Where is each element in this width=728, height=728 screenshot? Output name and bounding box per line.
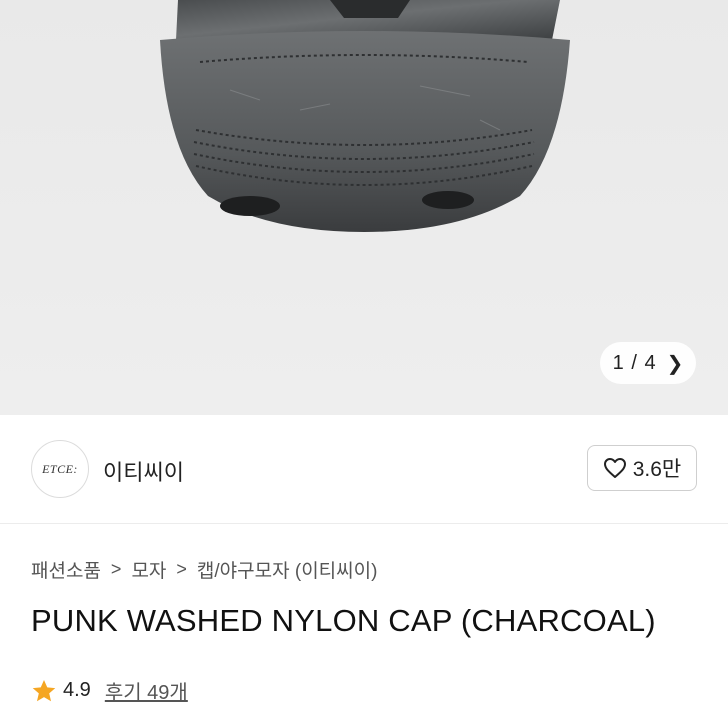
- gallery-page-indicator: 1 / 4: [612, 351, 657, 374]
- like-count: 3.6만: [632, 458, 682, 481]
- brand-name[interactable]: 이티씨이: [103, 455, 184, 487]
- heart-outline-icon: [603, 458, 626, 478]
- product-image-gallery[interactable]: 1 / 4 ❯: [0, 0, 728, 415]
- breadcrumb-item-hats[interactable]: 모자: [131, 556, 166, 583]
- chevron-right-icon[interactable]: ❯: [667, 351, 684, 376]
- breadcrumb-item-caps[interactable]: 캡/야구모자 (이티씨이): [197, 556, 378, 583]
- like-button[interactable]: 3.6만: [587, 445, 697, 491]
- reviews-link[interactable]: 후기 49개: [105, 676, 188, 705]
- breadcrumb-separator: >: [110, 559, 122, 579]
- breadcrumb-item-fashion-accessories[interactable]: 패션소품: [31, 556, 101, 583]
- brand-logo[interactable]: ETCE:: [31, 440, 89, 498]
- breadcrumb: 패션소품 > 모자 > 캡/야구모자 (이티씨이): [31, 556, 377, 583]
- breadcrumb-separator: >: [176, 559, 187, 579]
- product-title: PUNK WASHED NYLON CAP (CHARCOAL): [31, 603, 656, 638]
- rating-row: 4.9 후기 49개: [31, 676, 188, 705]
- star-icon: [32, 679, 56, 701]
- gallery-pager[interactable]: 1 / 4 ❯: [600, 342, 696, 384]
- rating-value: 4.9: [63, 679, 91, 701]
